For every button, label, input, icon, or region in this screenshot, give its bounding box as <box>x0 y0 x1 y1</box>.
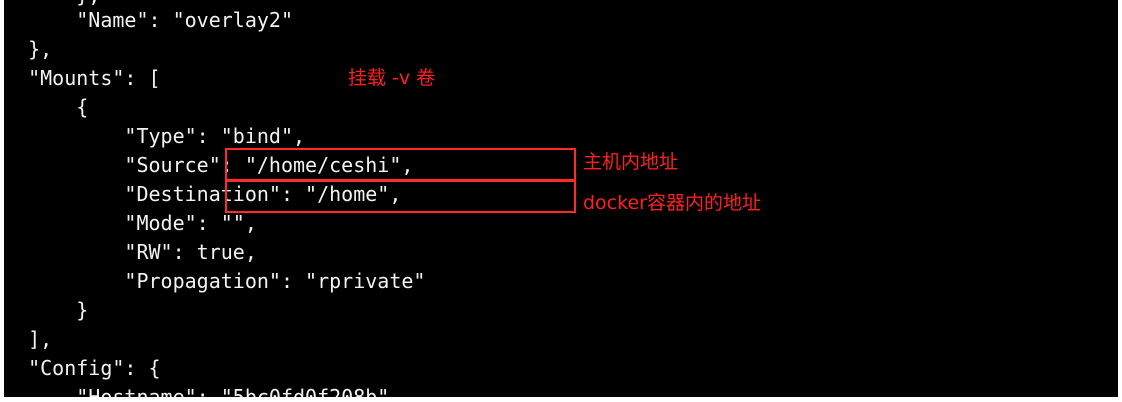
terminal-line: "Mounts": [ <box>4 66 161 90</box>
terminal-window: }, "Name": "overlay2" }, "Mounts": [ { "… <box>4 0 1118 397</box>
terminal-line: "Mode": "", <box>4 211 257 235</box>
terminal-line: ], <box>4 327 53 351</box>
terminal-line: "Type": "bind", <box>4 124 306 148</box>
terminal-line: "Name": "overlay2" <box>4 8 293 32</box>
terminal-line: "RW": true, <box>4 240 257 264</box>
terminal-line: "Hostname": "5bc0fd0f208b", <box>4 385 402 397</box>
terminal-line: "Config": { <box>4 356 161 380</box>
terminal-line: }, <box>4 37 53 61</box>
destination-annotation: docker容器内的地址 <box>583 192 761 214</box>
source-annotation: 主机内地址 <box>583 151 679 173</box>
terminal-line: "Propagation": "rprivate" <box>4 269 426 293</box>
destination-highlight-box <box>225 180 576 213</box>
source-highlight-box <box>225 148 576 181</box>
terminal-line: } <box>4 298 89 322</box>
terminal-line: { <box>4 95 89 119</box>
mount-annotation: 挂载 -v 卷 <box>348 67 436 89</box>
